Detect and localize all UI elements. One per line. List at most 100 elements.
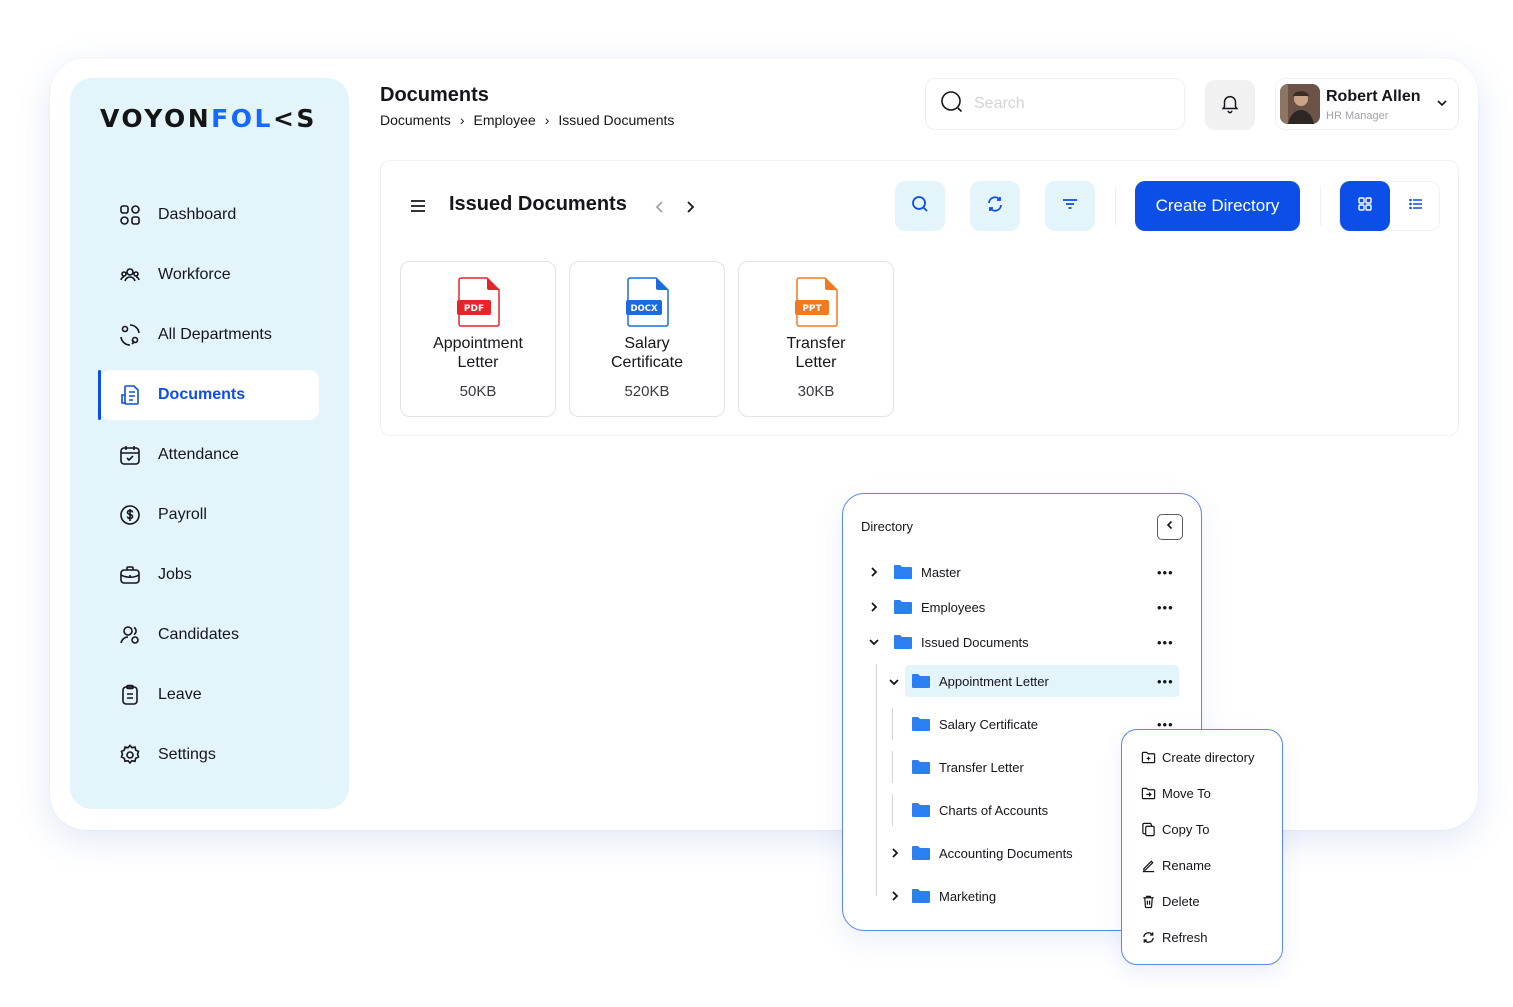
breadcrumb-item[interactable]: Employee (473, 112, 535, 128)
calendar-check-icon (118, 443, 142, 467)
file-size: 50KB (459, 383, 497, 400)
candidates-icon (118, 623, 142, 647)
folder-icon (893, 564, 913, 580)
file-name: Salary Certificate (610, 335, 684, 371)
refresh-icon (1140, 929, 1156, 945)
filter-icon (1060, 194, 1080, 219)
chevron-left-icon (1164, 518, 1176, 536)
list-view-button[interactable] (1391, 182, 1440, 230)
tree-item-label: Appointment Letter (939, 673, 1049, 689)
sidebar-item-label: Attendance (158, 446, 239, 463)
sidebar-item-label: Payroll (158, 506, 207, 523)
chevron-right-icon[interactable] (681, 198, 699, 221)
breadcrumb-item[interactable]: Documents (380, 112, 451, 128)
search-icon (910, 194, 930, 219)
file-card-appointment-letter[interactable]: PDF Appointment Letter 50KB (400, 261, 556, 417)
tree-item-charts-of-accounts[interactable]: Charts of Accounts (911, 794, 1111, 826)
folder-icon (911, 888, 931, 904)
notifications-button[interactable] (1205, 80, 1255, 130)
more-options-icon[interactable]: ••• (1157, 674, 1174, 689)
pencil-icon (1140, 857, 1156, 873)
breadcrumb-item[interactable]: Issued Documents (558, 112, 674, 128)
menu-item-label: Create directory (1162, 749, 1255, 765)
user-role: HR Manager (1326, 110, 1389, 122)
chevron-right-icon[interactable] (888, 890, 902, 902)
tree-guide-line (876, 664, 877, 896)
clipboard-icon (118, 683, 142, 707)
toolbar-divider (1115, 186, 1116, 226)
menu-item-label: Move To (1162, 785, 1211, 801)
gear-icon (118, 743, 142, 767)
chevron-right-icon[interactable] (888, 847, 902, 859)
menu-item-refresh[interactable]: Refresh (1140, 927, 1208, 947)
sidebar-item-label: Leave (158, 686, 202, 703)
sidebar-item-leave[interactable]: Leave (100, 670, 319, 720)
tree-item-label: Employees (921, 599, 986, 615)
tree-item-master[interactable]: Master ••• (867, 556, 1187, 588)
tree-item-appointment-letter[interactable]: Appointment Letter ••• (905, 665, 1179, 697)
search-button[interactable] (895, 181, 945, 231)
chevron-right-icon[interactable] (867, 601, 881, 613)
briefcase-icon (118, 563, 142, 587)
tree-item-label: Transfer Letter (939, 759, 1024, 775)
refresh-icon (985, 194, 1005, 219)
more-options-icon[interactable]: ••• (1157, 635, 1174, 650)
sidebar-item-settings[interactable]: Settings (100, 730, 319, 780)
tree-item-issued-documents[interactable]: Issued Documents ••• (867, 626, 1187, 658)
menu-item-copy-to[interactable]: Copy To (1140, 819, 1209, 839)
chevron-down-icon (1434, 95, 1450, 116)
file-card-salary-certificate[interactable]: DOCX Salary Certificate 520KB (569, 261, 725, 417)
sidebar: VOYONFOL<S Dashboard Workforce All Depar… (70, 78, 349, 809)
tree-item-label: Marketing (939, 888, 997, 904)
dashboard-grid-icon (118, 203, 142, 227)
sidebar-item-attendance[interactable]: Attendance (100, 430, 319, 480)
file-type-label: PDF (464, 304, 484, 314)
page-title: Documents (380, 84, 489, 106)
filter-button[interactable] (1045, 181, 1095, 231)
dollar-circle-icon (118, 503, 142, 527)
grid-icon (1357, 196, 1373, 217)
sidebar-item-label: Settings (158, 746, 216, 763)
chevron-left-icon[interactable] (651, 198, 669, 221)
tree-item-accounting-documents[interactable]: Accounting Documents (888, 837, 1128, 869)
tree-item-transfer-letter[interactable]: Transfer Letter (911, 751, 1111, 783)
list-icon (1408, 196, 1424, 217)
menu-item-rename[interactable]: Rename (1140, 855, 1211, 875)
create-directory-button[interactable]: Create Directory (1135, 181, 1300, 231)
grid-view-button[interactable] (1340, 181, 1390, 231)
hamburger-menu-icon[interactable] (409, 197, 427, 220)
tree-item-marketing[interactable]: Marketing (888, 880, 1088, 912)
sidebar-item-dashboard[interactable]: Dashboard (100, 190, 319, 240)
sidebar-item-candidates[interactable]: Candidates (100, 610, 319, 660)
chevron-right-icon[interactable] (867, 566, 881, 578)
sidebar-item-documents[interactable]: Documents (98, 370, 319, 420)
search-box (925, 78, 1185, 130)
more-options-icon[interactable]: ••• (1157, 565, 1174, 580)
avatar (1280, 84, 1320, 124)
folder-move-icon (1140, 785, 1156, 801)
tree-guide-line (892, 708, 893, 740)
sidebar-item-jobs[interactable]: Jobs (100, 550, 319, 600)
menu-item-move-to[interactable]: Move To (1140, 783, 1211, 803)
ppt-file-icon: PPT (795, 276, 839, 333)
folder-icon (911, 673, 931, 689)
chevron-down-icon[interactable] (888, 675, 900, 693)
menu-item-delete[interactable]: Delete (1140, 891, 1200, 911)
sidebar-item-payroll[interactable]: Payroll (100, 490, 319, 540)
search-input[interactable] (974, 95, 1164, 113)
collapse-panel-button[interactable] (1157, 514, 1183, 540)
user-profile-menu[interactable]: Robert Allen HR Manager (1275, 78, 1459, 130)
more-options-icon[interactable]: ••• (1157, 600, 1174, 615)
file-card-transfer-letter[interactable]: PPT Transfer Letter 30KB (738, 261, 894, 417)
chevron-down-icon[interactable] (867, 636, 881, 648)
menu-item-create-directory[interactable]: Create directory (1140, 747, 1254, 767)
user-name: Robert Allen (1326, 88, 1421, 105)
tree-item-employees[interactable]: Employees ••• (867, 591, 1187, 623)
sidebar-item-workforce[interactable]: Workforce (100, 250, 319, 300)
refresh-button[interactable] (970, 181, 1020, 231)
sidebar-nav: Dashboard Workforce All Departments Docu… (98, 190, 319, 790)
context-menu: Create directory Move To Copy To Rename … (1121, 729, 1283, 965)
workforce-icon (118, 263, 142, 287)
sidebar-item-all-departments[interactable]: All Departments (100, 310, 319, 360)
brand-logo[interactable]: VOYONFOL<S (100, 104, 317, 133)
